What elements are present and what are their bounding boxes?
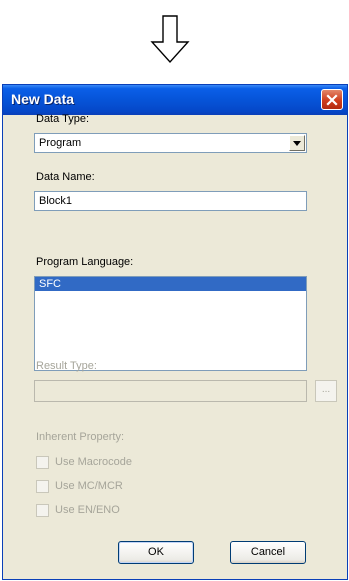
data-name-input[interactable]: Block1: [34, 191, 307, 211]
use-en-eno-checkbox: [36, 504, 49, 517]
program-language-list[interactable]: SFC: [34, 276, 307, 371]
data-type-value: Program: [39, 137, 82, 149]
down-arrow-icon: [150, 15, 190, 64]
result-type-label: Result Type:: [36, 360, 97, 372]
inherent-property-label: Inherent Property:: [36, 431, 125, 443]
data-type-select[interactable]: Program: [34, 133, 307, 153]
use-en-eno-label: Use EN/ENO: [55, 504, 120, 516]
chevron-down-icon: [293, 140, 301, 146]
use-mc-mcr-label: Use MC/MCR: [55, 480, 123, 492]
result-type-field: [34, 380, 307, 402]
close-button[interactable]: [321, 89, 343, 110]
use-macrocode-checkbox: [36, 456, 49, 469]
close-icon: [326, 93, 338, 106]
cancel-button[interactable]: Cancel: [230, 541, 306, 564]
ok-button[interactable]: OK: [118, 541, 194, 564]
dropdown-button[interactable]: [289, 135, 305, 151]
data-type-label: Data Type:: [36, 113, 89, 125]
program-language-label: Program Language:: [36, 256, 134, 268]
list-item[interactable]: SFC: [35, 277, 306, 291]
use-mc-mcr-checkbox: [36, 480, 49, 493]
browse-button: ...: [315, 380, 337, 402]
dialog-title: New Data: [11, 91, 75, 107]
use-macrocode-label: Use Macrocode: [55, 456, 133, 468]
data-name-label: Data Name:: [36, 171, 95, 183]
title-bar: New Data: [3, 85, 347, 115]
